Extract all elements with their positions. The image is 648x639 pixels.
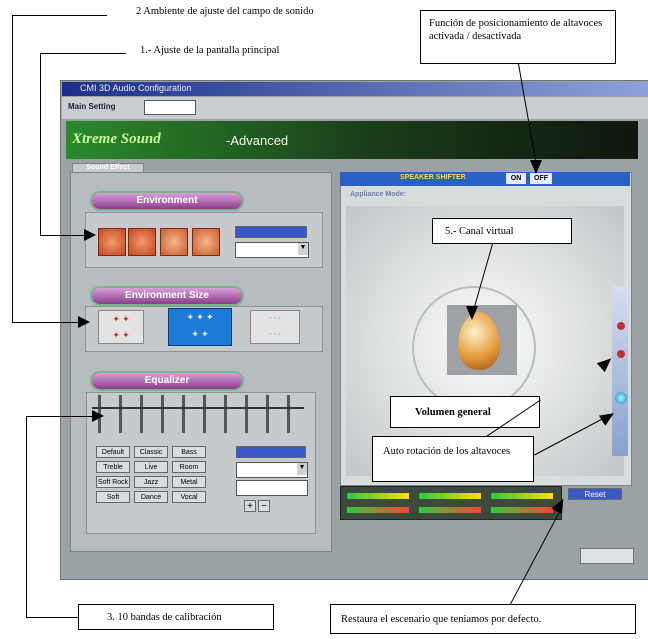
eq-preset-room[interactable]: Room [172, 461, 206, 473]
eq-center-line [92, 407, 304, 409]
annotation-virtual-channel: 5.- Canal virtual [432, 218, 572, 244]
env-preset-3-icon[interactable] [160, 228, 188, 256]
speaker-status-bar: SPEAKER SHIFTER ON OFF [340, 172, 630, 186]
user-settings-button[interactable] [236, 446, 306, 458]
meter-2 [419, 493, 481, 499]
eq-band-7-slider[interactable] [224, 395, 227, 433]
leader-line [12, 15, 13, 323]
env-preset-2-icon[interactable] [128, 228, 156, 256]
speaker-on-button[interactable]: ON [506, 173, 526, 184]
banner-mode: -Advanced [226, 133, 289, 148]
eq-preset-soft[interactable]: Soft [96, 491, 130, 503]
eq-band-6-slider[interactable] [203, 395, 206, 433]
arrow-icon [466, 306, 478, 320]
environment-size-header: Environment Size [92, 288, 242, 304]
eq-band-4-slider[interactable] [161, 395, 164, 433]
eq-preset-treble[interactable]: Treble [96, 461, 130, 473]
eq-preset-live[interactable]: Live [134, 461, 168, 473]
brand-logo: Xtreme Sound [72, 131, 161, 147]
annotation-sound-field: 2 Ambiente de ajuste del campo de sonido [136, 6, 314, 17]
main-setting-select[interactable] [144, 100, 196, 115]
leader-line [40, 53, 41, 236]
annotation-speaker-positioning: Función de posicionamiento de altavoces … [420, 10, 616, 64]
size-medium-button[interactable]: ✦ ✦ ✦ ✦ ✦ [168, 308, 232, 346]
env-preset-1-icon[interactable] [98, 228, 126, 256]
leader-line [40, 53, 126, 54]
speaker-status-text: SPEAKER SHIFTER [400, 174, 466, 181]
eq-preset-vocal[interactable]: Vocal [172, 491, 206, 503]
add-preset-button[interactable]: + [244, 500, 256, 512]
more-options-button[interactable] [235, 226, 307, 238]
auto-rotate-icon[interactable] [615, 392, 627, 404]
leader-line [12, 322, 80, 323]
meter-1 [347, 493, 409, 499]
eq-band-3-slider[interactable] [140, 395, 143, 433]
eq-band-5-slider[interactable] [182, 395, 185, 433]
arrow-icon [84, 229, 96, 241]
env-preset-4-icon[interactable] [192, 228, 220, 256]
eq-band-8-slider[interactable] [245, 395, 248, 433]
chevron-down-icon: ▼ [298, 243, 308, 255]
leader-line [26, 416, 27, 618]
window-title: CMI 3D Audio Configuration [80, 83, 192, 93]
annotation-main-screen: 1.- Ajuste de la pantalla principal [140, 45, 280, 56]
main-setting-label: Main Setting [68, 102, 116, 111]
speaker-off-button[interactable]: OFF [530, 173, 552, 184]
eq-sliders [92, 395, 304, 435]
leader-line [40, 235, 86, 236]
brand-banner: Xtreme Sound -Advanced [66, 121, 638, 159]
eq-preset-dance[interactable]: Dance [134, 491, 168, 503]
meter-3 [491, 493, 553, 499]
leader-line [26, 617, 78, 618]
volume-rail [612, 286, 628, 456]
arrow-icon [530, 160, 542, 174]
size-large-button[interactable]: · · · · · · [250, 310, 300, 344]
equalizer-header: Equalizer [92, 373, 242, 389]
annotation-general-volume: Volumen general [390, 396, 540, 428]
annotation-calibration: 3. 10 bandas de calibración [78, 604, 274, 630]
eq-band-9-slider[interactable] [266, 395, 269, 433]
eq-user-select[interactable]: ▼ [236, 462, 308, 478]
leader-line [26, 416, 94, 417]
eq-preset-soft-rock[interactable]: Soft Rock [96, 476, 130, 488]
meter-6 [491, 507, 553, 513]
eq-preset-classic[interactable]: Classic [134, 446, 168, 458]
annotation-auto-rotation: Auto rotación de los altavoces [372, 436, 534, 482]
chevron-down-icon: ▼ [297, 463, 307, 475]
annotation-reset-default: Restaura el escenario que teniamos por d… [330, 604, 636, 634]
eq-band-2-slider[interactable] [119, 395, 122, 433]
ok-button[interactable] [580, 548, 634, 564]
environment-select[interactable]: ▼ [235, 242, 309, 258]
appliance-mode-label: Appliance Mode: [350, 191, 407, 198]
volume-up-icon[interactable] [617, 322, 625, 330]
remove-preset-button[interactable]: − [258, 500, 270, 512]
arrow-icon [92, 410, 104, 422]
eq-preset-metal[interactable]: Metal [172, 476, 206, 488]
eq-band-10-slider[interactable] [287, 395, 290, 433]
reset-button[interactable]: Reset [568, 488, 622, 500]
eq-preset-bass[interactable]: Bass [172, 446, 206, 458]
size-small-button[interactable]: ✦ ✦ ✦ ✦ [98, 310, 144, 344]
menu-bar: Main Setting [62, 97, 648, 119]
eq-preset-jazz[interactable]: Jazz [134, 476, 168, 488]
meter-5 [419, 507, 481, 513]
level-meters [340, 486, 562, 520]
volume-down-icon[interactable] [617, 350, 625, 358]
title-bar: CMI 3D Audio Configuration [62, 82, 648, 96]
environment-header: Environment [92, 193, 242, 209]
eq-user-name-input[interactable] [236, 480, 308, 496]
meter-4 [347, 507, 409, 513]
arrow-icon [78, 316, 90, 328]
eq-preset-default[interactable]: Default [96, 446, 130, 458]
leader-line [12, 15, 107, 16]
